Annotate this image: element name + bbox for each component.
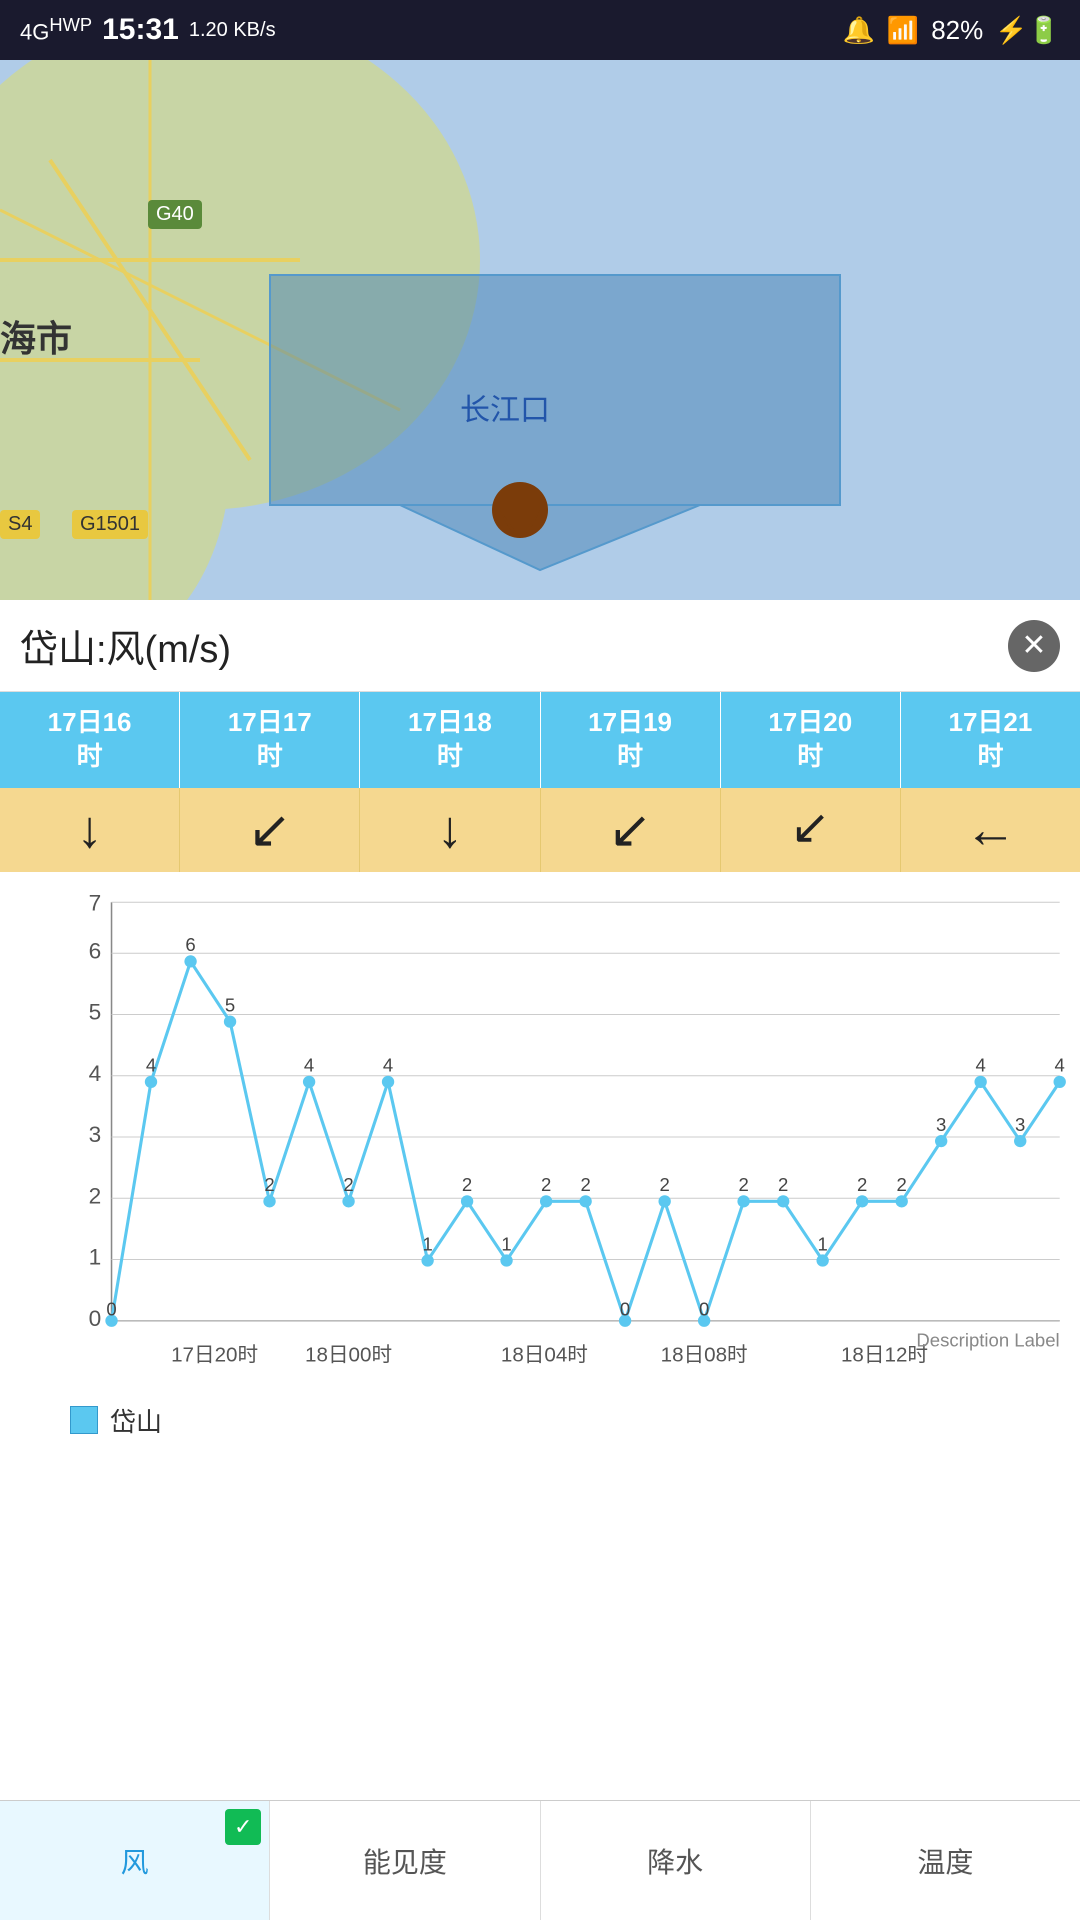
- svg-text:0: 0: [106, 1298, 116, 1319]
- chart-legend: 岱山: [0, 1392, 1080, 1459]
- svg-text:4: 4: [89, 1061, 102, 1086]
- svg-text:2: 2: [89, 1183, 102, 1208]
- svg-text:1: 1: [501, 1233, 511, 1254]
- wind-arrow-4: ↙: [721, 788, 901, 872]
- svg-text:1: 1: [422, 1233, 432, 1254]
- time-slot-5[interactable]: 17日21时: [901, 692, 1080, 788]
- svg-text:2: 2: [778, 1174, 788, 1195]
- svg-text:0: 0: [89, 1306, 102, 1331]
- bottom-tabs: ✓ 风 能见度 降水 温度: [0, 1800, 1080, 1920]
- tab-visibility-label: 能见度: [363, 1841, 447, 1881]
- tab-check-wind: ✓: [225, 1809, 261, 1845]
- svg-text:3: 3: [1015, 1114, 1025, 1135]
- svg-text:6: 6: [89, 938, 102, 963]
- wind-arrow-2: ↓: [360, 788, 540, 872]
- panel-header: 岱山:风(m/s) ✕: [0, 600, 1080, 692]
- svg-text:Description Label: Description Label: [916, 1329, 1059, 1350]
- svg-text:2: 2: [541, 1174, 551, 1195]
- wind-arrow-row: ↓ ↙ ↓ ↙ ↙ ←: [0, 788, 1080, 872]
- map-area[interactable]: 长江口 G40 G1501 S4 海市: [0, 60, 1080, 600]
- svg-text:2: 2: [857, 1174, 867, 1195]
- svg-text:18日12时: 18日12时: [841, 1343, 928, 1366]
- svg-text:18日08时: 18日08时: [661, 1343, 748, 1366]
- panel-title: 岱山:风(m/s): [20, 618, 231, 673]
- svg-text:4: 4: [146, 1054, 156, 1075]
- svg-text:18日00时: 18日00时: [305, 1343, 392, 1366]
- road-label-g1501: G1501: [72, 510, 148, 539]
- tab-precipitation[interactable]: 降水: [541, 1801, 811, 1920]
- svg-text:4: 4: [383, 1054, 393, 1075]
- svg-text:0: 0: [620, 1298, 630, 1319]
- svg-text:1: 1: [89, 1244, 102, 1269]
- svg-text:2: 2: [264, 1174, 274, 1195]
- city-label: 海市: [0, 310, 72, 362]
- svg-text:1: 1: [817, 1233, 827, 1254]
- svg-text:2: 2: [660, 1174, 670, 1195]
- status-bar: 4GHWP 15:31 1.20 KB/s 🔔 📶 82% ⚡🔋: [0, 0, 1080, 60]
- map-pin: [490, 480, 550, 565]
- tab-visibility[interactable]: 能见度: [270, 1801, 540, 1920]
- svg-text:3: 3: [89, 1122, 102, 1147]
- tab-wind-label: 风: [121, 1841, 149, 1881]
- speed-display: 1.20 KB/s: [189, 19, 276, 42]
- svg-text:2: 2: [897, 1174, 907, 1195]
- road-label-s4: S4: [0, 510, 40, 539]
- wind-arrow-3: ↙: [541, 788, 721, 872]
- wind-arrow-0: ↓: [0, 788, 180, 872]
- svg-text:3: 3: [936, 1114, 946, 1135]
- time-display: 15:31: [102, 13, 179, 47]
- svg-text:2: 2: [343, 1174, 353, 1195]
- close-button[interactable]: ✕: [1008, 620, 1060, 672]
- battery-display: 82%: [931, 15, 983, 46]
- network-indicator: 4GHWP: [20, 14, 92, 45]
- tab-wind[interactable]: ✓ 风: [0, 1801, 270, 1920]
- legend-label: 岱山: [110, 1402, 162, 1439]
- wind-arrow-1: ↙: [180, 788, 360, 872]
- time-slot-3[interactable]: 17日19时: [541, 692, 721, 788]
- svg-text:4: 4: [975, 1054, 985, 1075]
- wind-arrow-5: ←: [901, 788, 1080, 872]
- battery-icon: ⚡🔋: [995, 15, 1060, 46]
- notification-icon: 🔔: [842, 15, 874, 46]
- time-slot-0[interactable]: 17日16时: [0, 692, 180, 788]
- road-label-g40: G40: [148, 200, 202, 229]
- time-slot-1[interactable]: 17日17时: [180, 692, 360, 788]
- svg-text:长江口: 长江口: [460, 394, 550, 427]
- time-slot-4[interactable]: 17日20时: [721, 692, 901, 788]
- time-slots-row: 17日16时 17日17时 17日18时 17日19时 17日20时 17日21…: [0, 692, 1080, 788]
- svg-text:2: 2: [580, 1174, 590, 1195]
- wifi-icon: 📶: [887, 15, 919, 46]
- chart-area: 0 1 2 3 4 5 6 7: [0, 872, 1080, 1392]
- chart-svg: 0 1 2 3 4 5 6 7: [60, 892, 1070, 1382]
- tab-temperature[interactable]: 温度: [811, 1801, 1080, 1920]
- tab-precipitation-label: 降水: [647, 1841, 703, 1881]
- info-panel: 岱山:风(m/s) ✕ 17日16时 17日17时 17日18时 17日19时 …: [0, 600, 1080, 1459]
- svg-text:17日20时: 17日20时: [171, 1343, 258, 1366]
- svg-text:6: 6: [185, 934, 195, 955]
- tab-temperature-label: 温度: [917, 1841, 973, 1881]
- time-slot-2[interactable]: 17日18时: [360, 692, 540, 788]
- legend-color-box: [70, 1406, 98, 1434]
- svg-text:2: 2: [462, 1174, 472, 1195]
- svg-text:5: 5: [225, 994, 235, 1015]
- svg-text:5: 5: [89, 999, 102, 1024]
- svg-text:7: 7: [89, 892, 102, 915]
- svg-text:4: 4: [304, 1054, 314, 1075]
- svg-text:18日04时: 18日04时: [501, 1343, 588, 1366]
- svg-text:0: 0: [699, 1298, 709, 1319]
- svg-text:4: 4: [1055, 1054, 1065, 1075]
- svg-text:2: 2: [738, 1174, 748, 1195]
